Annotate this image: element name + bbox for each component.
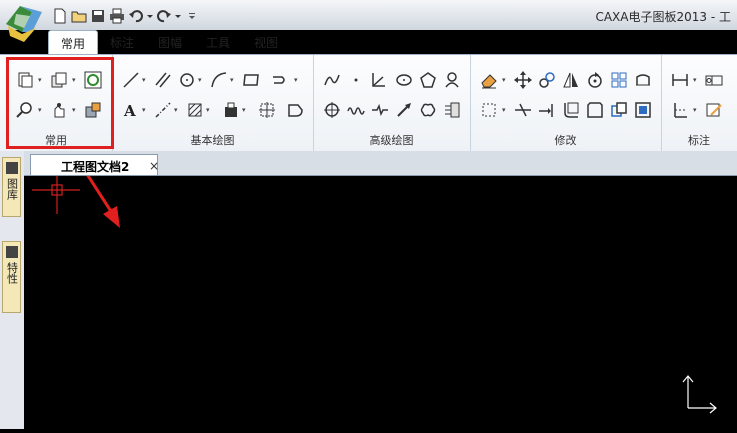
drawing-canvas[interactable] <box>24 153 737 429</box>
document-tab-bar: 工程图文档2 × <box>24 151 737 176</box>
dropdown-icon[interactable]: ▾ <box>502 77 508 84</box>
undo-dropdown-icon[interactable] <box>147 8 153 24</box>
dropdown-icon[interactable]: ▾ <box>174 107 180 114</box>
coordinate-dim-icon[interactable] <box>671 101 689 119</box>
scale-icon[interactable] <box>634 101 652 119</box>
crosshair-cursor-icon <box>32 176 80 214</box>
dropdown-icon[interactable]: ▾ <box>693 77 699 84</box>
break-line-icon[interactable] <box>371 101 389 119</box>
text-icon[interactable]: A <box>122 101 140 120</box>
document-tab[interactable]: 工程图文档2 × <box>30 154 159 175</box>
circle-icon[interactable] <box>178 71 196 89</box>
library-tab[interactable]: 图库 <box>2 157 21 217</box>
dropdown-icon[interactable]: ▾ <box>230 77 236 84</box>
angle-line-icon[interactable] <box>369 71 387 89</box>
array-icon[interactable] <box>610 71 628 89</box>
arrow-icon[interactable] <box>395 101 413 119</box>
group-label-annotate: 标注 <box>688 134 710 147</box>
polygon-icon[interactable] <box>419 71 437 89</box>
tab-common[interactable]: 常用 <box>48 30 99 55</box>
properties-label: 特性 <box>5 262 19 284</box>
redo-dropdown-icon[interactable] <box>175 8 181 24</box>
new-icon[interactable] <box>52 8 68 24</box>
gear-pattern-icon[interactable] <box>443 101 461 119</box>
group-annotate: ▾ ▾ 标注 <box>661 55 737 151</box>
stretch-icon[interactable] <box>634 71 652 89</box>
dropdown-icon[interactable]: ▾ <box>502 107 508 114</box>
text-edit-icon[interactable] <box>705 101 723 119</box>
polyline-icon[interactable] <box>270 71 288 89</box>
open-icon[interactable] <box>71 8 87 24</box>
wave-line-icon[interactable] <box>347 101 365 119</box>
document-tab-label: 工程图文档2 <box>61 160 130 174</box>
chamfer-icon[interactable] <box>586 101 604 119</box>
group-label-modify: 修改 <box>554 134 577 147</box>
caxa-logo-icon[interactable] <box>2 2 46 44</box>
tolerance-icon[interactable] <box>705 71 723 89</box>
dropdown-icon[interactable]: ▾ <box>198 77 204 84</box>
tab-annotate[interactable]: 标注 <box>98 30 146 54</box>
properties-icon <box>5 246 18 258</box>
red-arrow-icon <box>72 153 120 228</box>
dropdown-icon[interactable]: ▾ <box>142 107 148 114</box>
arc-icon[interactable] <box>210 71 228 89</box>
centerline-icon[interactable] <box>154 101 172 119</box>
offset-icon[interactable] <box>480 101 498 119</box>
library-icon <box>5 162 18 174</box>
table-icon[interactable] <box>258 101 276 119</box>
close-icon[interactable]: × <box>149 159 159 173</box>
window-title: CAXA电子图板2013 - 工 <box>595 10 731 24</box>
dropdown-icon[interactable]: ▾ <box>206 107 212 114</box>
center-hole-icon[interactable] <box>323 101 341 119</box>
title-bar: CAXA电子图板2013 - 工 <box>0 0 737 42</box>
line-icon[interactable] <box>122 71 140 89</box>
redo-icon[interactable] <box>156 8 172 24</box>
explode-icon[interactable] <box>610 101 628 119</box>
tab-view[interactable]: 视图 <box>242 30 290 54</box>
group-modify: ▾ ▾ 修改 <box>470 55 662 151</box>
print-icon[interactable] <box>109 8 125 24</box>
eraser-icon[interactable] <box>480 71 498 89</box>
shape-icon[interactable] <box>286 101 304 119</box>
trim-icon[interactable] <box>514 101 532 119</box>
mirror-icon[interactable] <box>562 71 580 89</box>
parallel-line-icon[interactable] <box>154 71 172 89</box>
point-icon[interactable] <box>347 71 365 89</box>
undo-icon[interactable] <box>128 8 144 24</box>
dropdown-icon[interactable]: ▾ <box>294 77 300 84</box>
customize-icon[interactable] <box>184 8 200 24</box>
dropdown-icon[interactable]: ▾ <box>242 107 248 114</box>
save-icon[interactable] <box>90 8 106 24</box>
group-label-basic-draw: 基本绘图 <box>190 134 235 147</box>
highlight-box <box>6 57 114 149</box>
copy-rotate-icon[interactable] <box>538 71 556 89</box>
dropdown-icon[interactable]: ▾ <box>142 77 148 84</box>
svg-text:A: A <box>123 102 136 119</box>
quick-access-toolbar <box>52 6 200 26</box>
rotate-icon[interactable] <box>586 71 604 89</box>
ribbon-tabs: 常用 标注 图幅 工具 视图 <box>48 30 290 55</box>
extend-icon[interactable] <box>538 101 556 119</box>
tab-sheet[interactable]: 图幅 <box>146 30 194 54</box>
group-advanced-draw: 高级绘图 <box>313 55 471 151</box>
library-label: 图库 <box>5 178 19 200</box>
fill-icon[interactable] <box>222 101 240 119</box>
move-icon[interactable] <box>514 71 532 89</box>
group-basic-draw: ▾ ▾ ▾ ▾ A ▾ ▾ ▾ ▾ 基本绘图 <box>112 55 314 151</box>
tab-tools[interactable]: 工具 <box>194 30 242 54</box>
ellipse-icon[interactable] <box>395 71 413 89</box>
group-label-advanced-draw: 高级绘图 <box>369 134 414 147</box>
left-side-panel: 图库 特性 <box>0 151 24 429</box>
hole-axis-icon[interactable] <box>443 71 461 89</box>
hatch-icon[interactable] <box>186 101 204 119</box>
spline-icon[interactable] <box>323 71 341 89</box>
dimension-icon[interactable] <box>671 71 689 89</box>
cloud-icon[interactable] <box>419 101 437 119</box>
rectangle-icon[interactable] <box>242 71 260 89</box>
properties-tab[interactable]: 特性 <box>2 241 21 313</box>
dropdown-icon[interactable]: ▾ <box>693 107 699 114</box>
fillet-icon[interactable] <box>562 101 580 119</box>
ucs-axis-icon <box>682 375 717 414</box>
